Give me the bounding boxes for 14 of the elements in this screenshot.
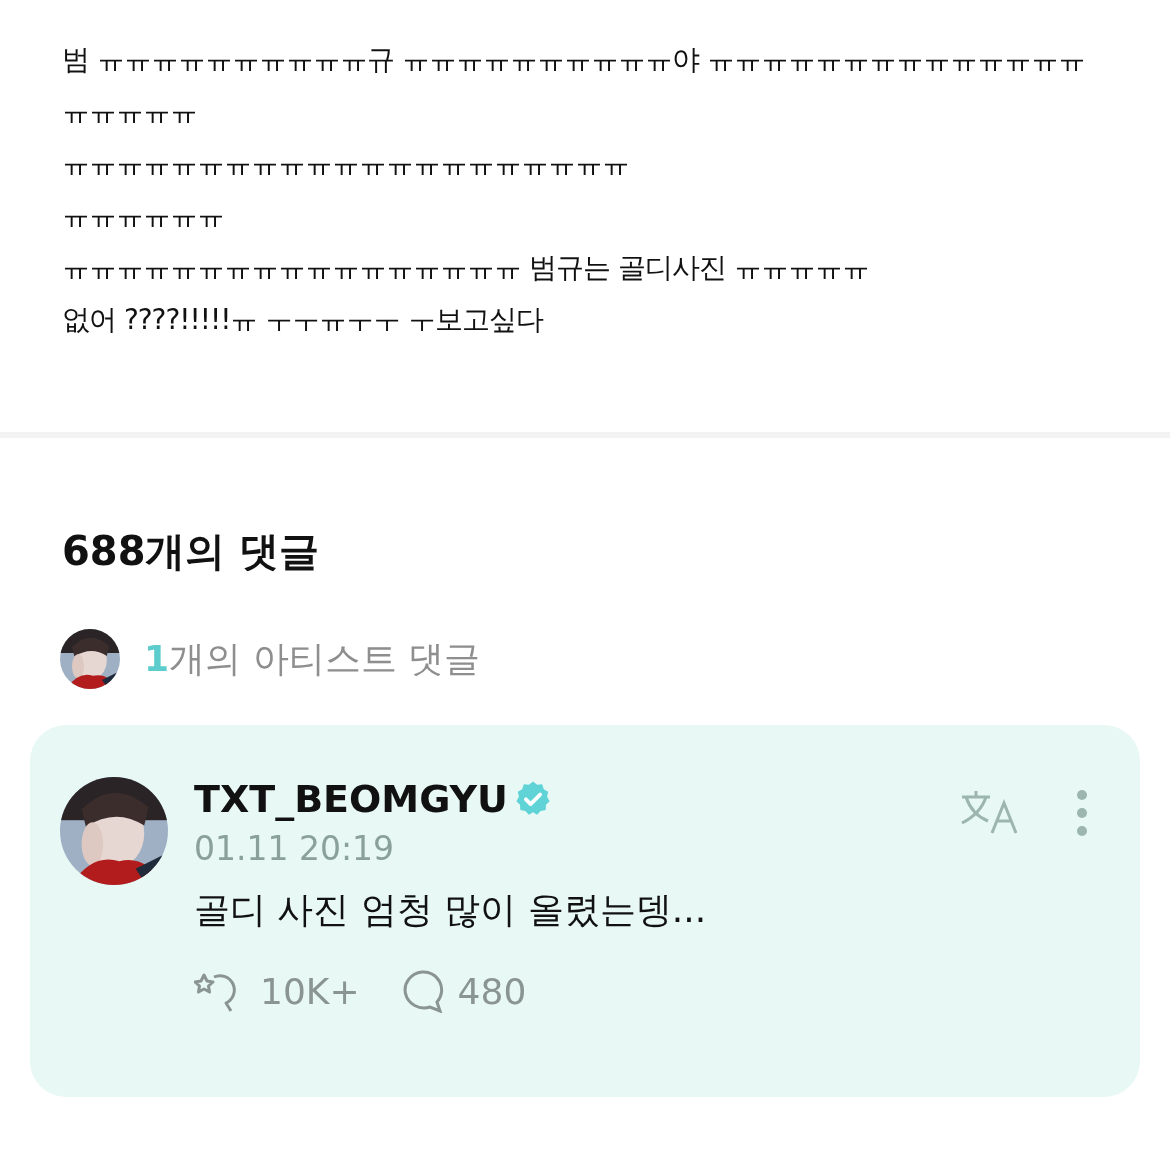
comment-text: 골디 사진 엄청 많이 올렸는뎅... [194, 888, 708, 932]
post-text-line: 범 ㅠㅠㅠㅠㅠㅠㅠㅠㅠㅠ규 ㅠㅠㅠㅠㅠㅠㅠㅠㅠㅠ야 ㅠㅠㅠㅠㅠㅠㅠㅠㅠㅠㅠㅠㅠㅠ [62, 42, 1085, 78]
reply-count: 480 [457, 970, 527, 1012]
comment-time: 01.11 20:19 [194, 829, 396, 868]
post-text-line: ㅠㅠㅠㅠㅠㅠㅠㅠㅠㅠㅠㅠㅠㅠㅠㅠㅠㅠㅠㅠㅠ [62, 146, 629, 182]
author-name[interactable]: TXT_BEOMGYU [194, 777, 508, 821]
post-text-line: ㅠㅠㅠㅠㅠㅠㅠㅠㅠㅠㅠㅠㅠㅠㅠㅠㅠ 범규는 골디사진 ㅠㅠㅠㅠㅠ [62, 250, 869, 286]
post-text-line: ㅠㅠㅠㅠㅠ [62, 94, 197, 130]
translate-icon[interactable] [960, 789, 1020, 835]
comment-count-heading: 688개의 댓글 [61, 527, 321, 576]
post-text-line: ㅠㅠㅠㅠㅠㅠ [62, 198, 224, 234]
more-options-icon[interactable] [1076, 789, 1088, 837]
post-text-line: 없어 ????!!!!!ㅠ ㅜㅜㅠㅜㅜ ㅜ보고싶다 [62, 302, 544, 338]
like-count: 10K+ [260, 970, 360, 1012]
